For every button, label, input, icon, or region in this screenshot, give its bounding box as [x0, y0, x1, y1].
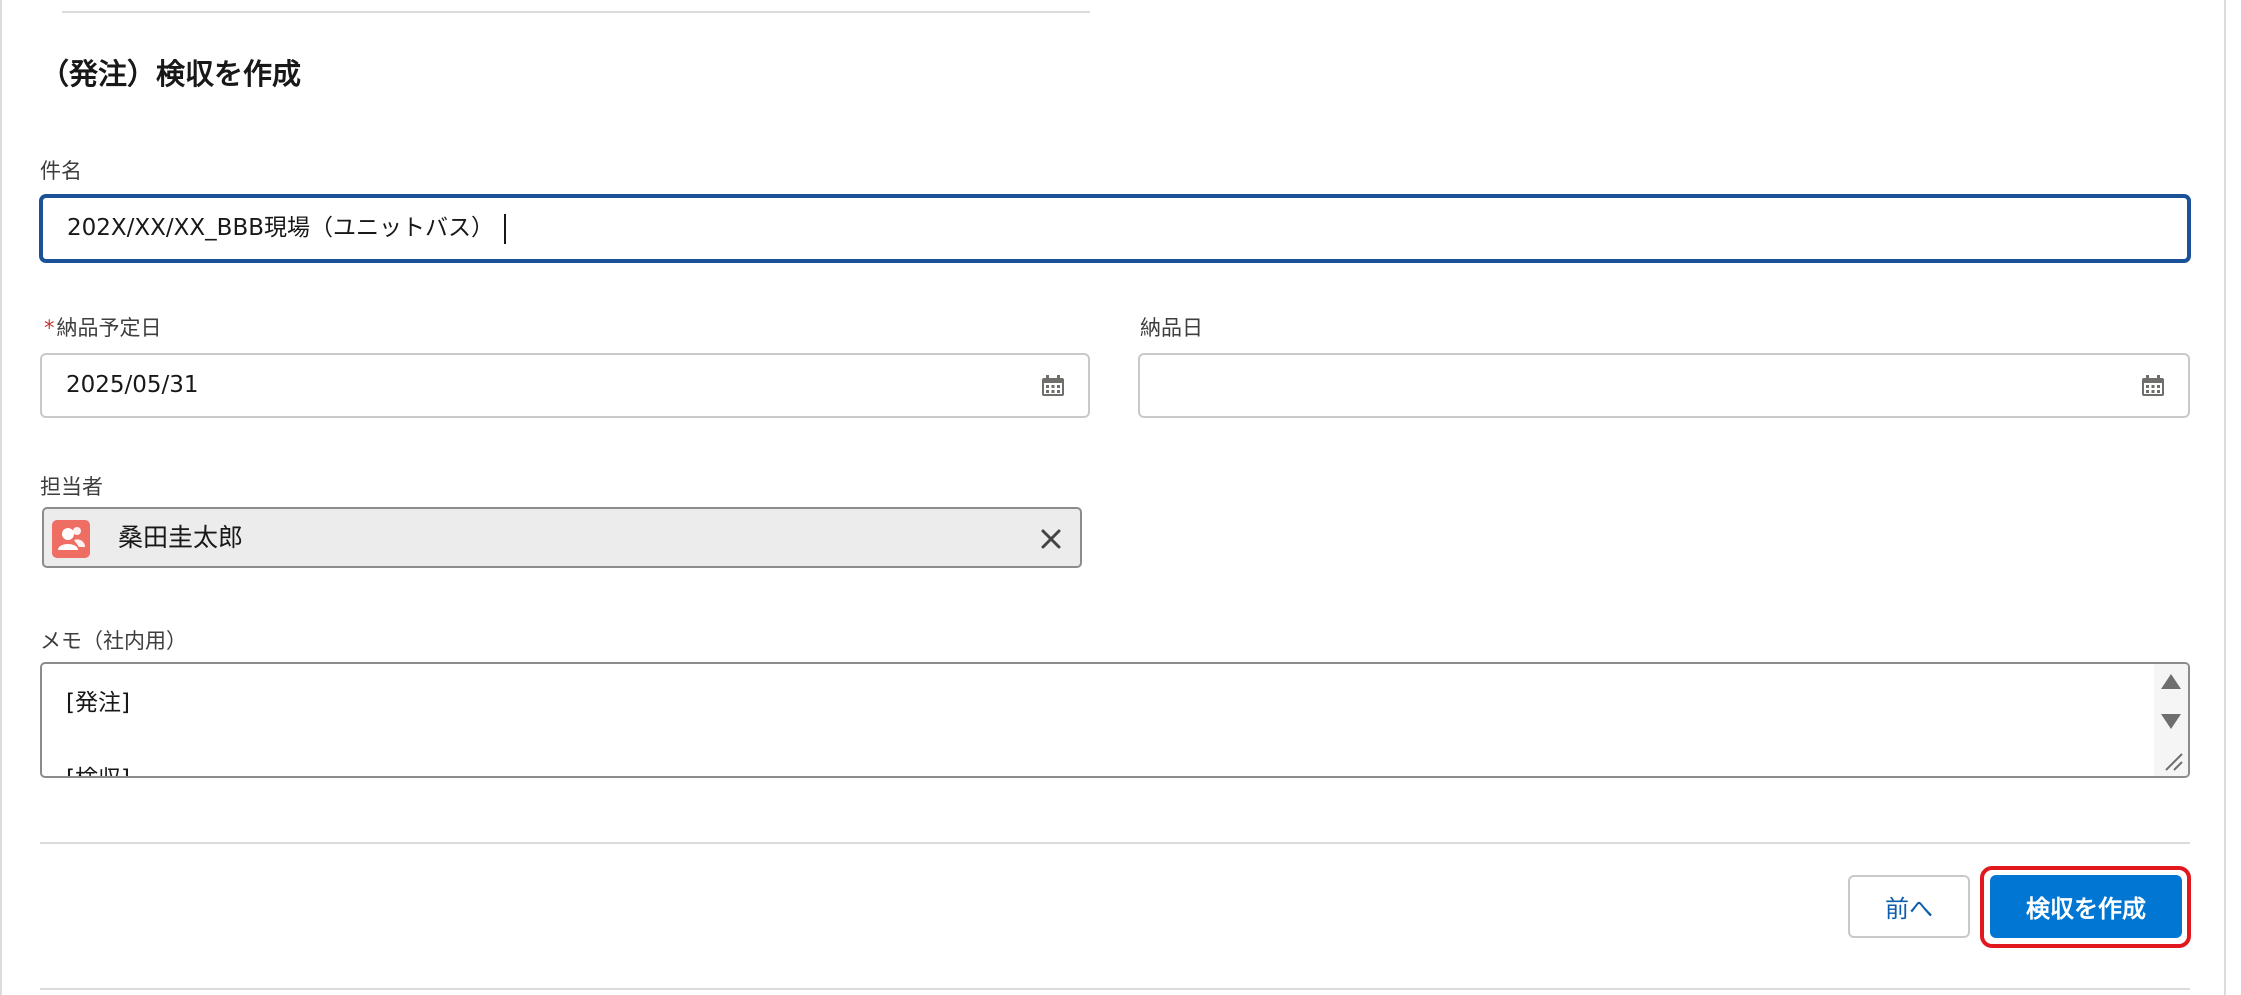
- top-divider: [62, 11, 1090, 13]
- create-inspection-button[interactable]: 検収を作成: [1990, 875, 2182, 938]
- user-avatar-icon: [52, 520, 90, 558]
- resize-handle-icon[interactable]: [2162, 750, 2184, 772]
- memo-line: [検収]: [66, 764, 130, 776]
- planned-delivery-label: *納品予定日: [44, 313, 162, 343]
- modal-frame: [0, 0, 2226, 995]
- delivery-date-input[interactable]: [1138, 353, 2190, 418]
- subject-input[interactable]: 202X/XX/XX_BBB現場（ユニットバス）: [40, 195, 2190, 262]
- back-button[interactable]: 前へ: [1848, 875, 1970, 938]
- planned-delivery-label-text: 納品予定日: [56, 316, 162, 340]
- planned-delivery-value: 2025/05/31: [66, 372, 199, 398]
- text-cursor: [504, 213, 507, 244]
- memo-textarea[interactable]: [発注] [検収]: [40, 662, 2190, 778]
- memo-scrollbar[interactable]: [2154, 664, 2188, 776]
- scroll-up-icon[interactable]: [2161, 674, 2181, 689]
- delivery-date-label: 納品日: [1140, 316, 1203, 340]
- subject-label: 件名: [40, 159, 82, 183]
- owner-name: 桑田圭太郎: [118, 523, 244, 552]
- scroll-down-icon[interactable]: [2161, 714, 2181, 729]
- memo-line: [発注]: [66, 690, 130, 716]
- subject-value: 202X/XX/XX_BBB現場（ユニットバス）: [67, 215, 495, 241]
- required-marker: *: [44, 316, 55, 340]
- calendar-icon[interactable]: [1040, 374, 1066, 398]
- owner-label: 担当者: [40, 475, 103, 499]
- calendar-icon[interactable]: [2140, 374, 2166, 398]
- planned-delivery-input[interactable]: 2025/05/31: [40, 353, 1090, 418]
- memo-label: メモ（社内用）: [40, 629, 187, 653]
- bottom-divider: [40, 988, 2190, 990]
- owner-pill[interactable]: 桑田圭太郎: [42, 507, 1082, 568]
- close-icon[interactable]: [1036, 524, 1066, 554]
- page-title: （発注）検収を作成: [40, 57, 302, 91]
- footer-divider: [40, 842, 2190, 844]
